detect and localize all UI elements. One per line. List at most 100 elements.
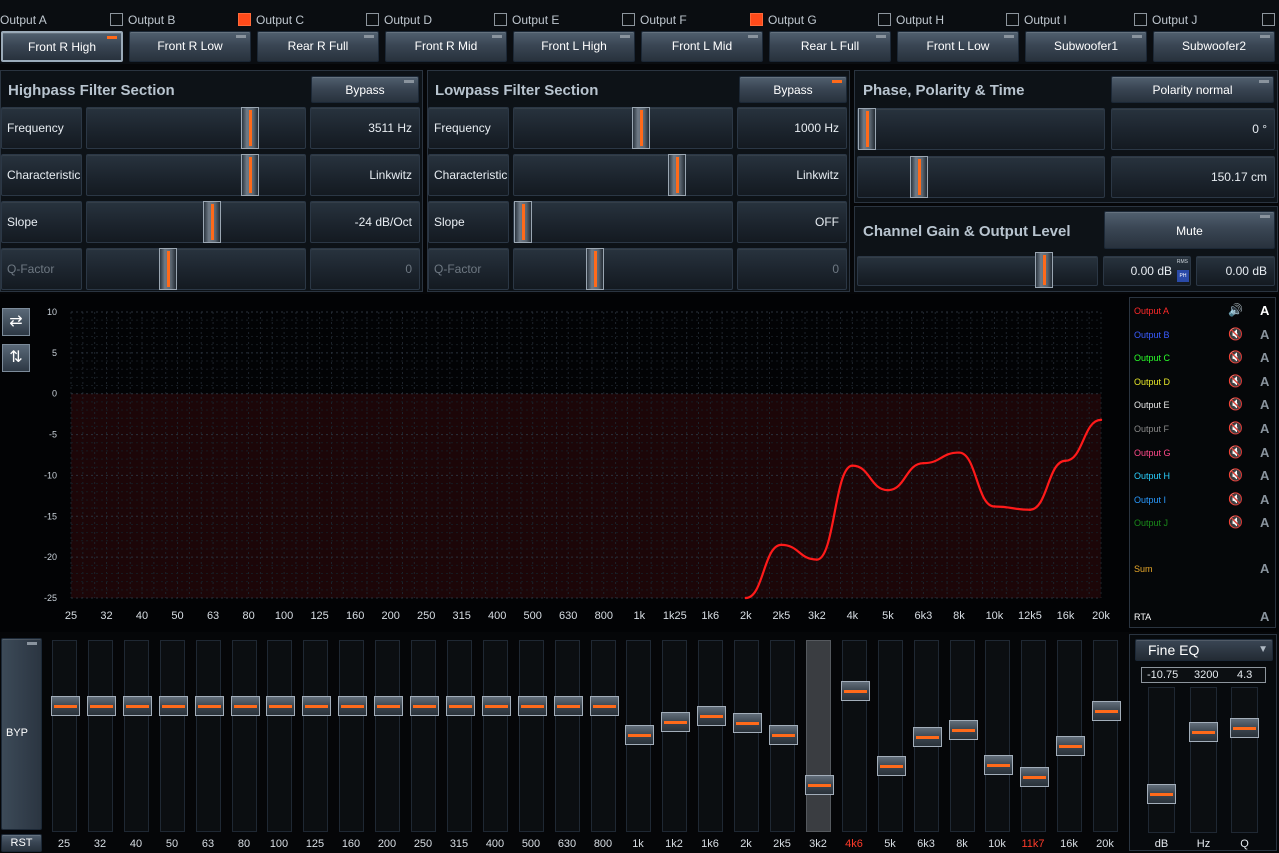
time-slider-track[interactable] bbox=[857, 156, 1105, 198]
fine-eq-q-track[interactable] bbox=[1230, 687, 1259, 833]
legend-auto-button[interactable]: A bbox=[1260, 397, 1269, 412]
eq-band-thumb[interactable] bbox=[446, 696, 475, 716]
speaker-on-icon[interactable]: 🔊 bbox=[1228, 303, 1243, 317]
eq-band-thumb[interactable] bbox=[984, 755, 1013, 775]
eq-band-track[interactable] bbox=[87, 640, 116, 832]
highpass-slider-thumb[interactable] bbox=[241, 154, 259, 196]
eq-band-thumb[interactable] bbox=[697, 706, 726, 726]
legend-sum[interactable]: Sum A bbox=[1134, 561, 1269, 576]
output-level-box[interactable]: 0.00 dB bbox=[1196, 256, 1275, 286]
gain-value-box[interactable]: 0.00 dB RMS PH bbox=[1103, 256, 1191, 286]
eq-band-track[interactable] bbox=[805, 640, 834, 832]
lowpass-bypass-button[interactable]: Bypass bbox=[739, 76, 847, 103]
eq-band-thumb[interactable] bbox=[51, 696, 80, 716]
output-link-checkbox[interactable] bbox=[750, 13, 763, 26]
output-channel-button[interactable]: Rear R Full bbox=[257, 31, 379, 62]
lowpass-slider-track[interactable] bbox=[513, 201, 733, 243]
eq-band-track[interactable] bbox=[590, 640, 619, 832]
vertical-zoom-button[interactable]: ⇅ bbox=[2, 344, 30, 372]
legend-auto-button[interactable]: A bbox=[1260, 445, 1269, 460]
speaker-muted-icon[interactable]: 🔇 bbox=[1228, 445, 1243, 459]
speaker-muted-icon[interactable]: 🔇 bbox=[1228, 492, 1243, 506]
eq-band-track[interactable] bbox=[231, 640, 260, 832]
lowpass-slider-track[interactable] bbox=[513, 154, 733, 196]
output-link-checkbox[interactable] bbox=[494, 13, 507, 26]
eq-band-thumb[interactable] bbox=[195, 696, 224, 716]
output-link-checkbox[interactable] bbox=[366, 13, 379, 26]
eq-band-thumb[interactable] bbox=[733, 713, 762, 733]
legend-auto-button[interactable]: A bbox=[1260, 327, 1269, 342]
eq-band-thumb[interactable] bbox=[625, 725, 654, 745]
phase-slider-track[interactable] bbox=[857, 108, 1105, 150]
eq-band-track[interactable] bbox=[913, 640, 942, 832]
eq-band-track[interactable] bbox=[733, 640, 762, 832]
output-link-checkbox[interactable] bbox=[878, 13, 891, 26]
eq-band-track[interactable] bbox=[661, 640, 690, 832]
fine-eq-db-thumb[interactable] bbox=[1147, 784, 1176, 804]
legend-auto-button[interactable]: A bbox=[1260, 515, 1269, 530]
eq-band-track[interactable] bbox=[877, 640, 906, 832]
eq-band-thumb[interactable] bbox=[231, 696, 260, 716]
lowpass-slider-thumb[interactable] bbox=[632, 107, 650, 149]
speaker-muted-icon[interactable]: 🔇 bbox=[1228, 327, 1243, 341]
lowpass-slider-thumb[interactable] bbox=[586, 248, 604, 290]
lowpass-value-box[interactable]: 1000 Hz bbox=[737, 107, 847, 149]
output-channel-button[interactable]: Subwoofer2 bbox=[1153, 31, 1275, 62]
eq-band-track[interactable] bbox=[769, 640, 798, 832]
eq-reset-button[interactable]: RST bbox=[1, 834, 42, 852]
eq-bypass-button[interactable]: BYP bbox=[1, 638, 42, 830]
phase-value-box[interactable]: 0 ° bbox=[1111, 108, 1275, 150]
highpass-slider-thumb[interactable] bbox=[159, 248, 177, 290]
lowpass-value-box[interactable]: 0 bbox=[737, 248, 847, 290]
output-link-checkbox[interactable] bbox=[1006, 13, 1019, 26]
highpass-value-box[interactable]: 3511 Hz bbox=[310, 107, 420, 149]
eq-band-thumb[interactable] bbox=[1020, 767, 1049, 787]
output-link-checkbox[interactable] bbox=[238, 13, 251, 26]
highpass-value-box[interactable]: -24 dB/Oct bbox=[310, 201, 420, 243]
output-link-checkbox[interactable] bbox=[622, 13, 635, 26]
lowpass-value-box[interactable]: Linkwitz bbox=[737, 154, 847, 196]
highpass-value-box[interactable]: Linkwitz bbox=[310, 154, 420, 196]
eq-band-thumb[interactable] bbox=[769, 725, 798, 745]
highpass-slider-track[interactable] bbox=[86, 154, 306, 196]
output-channel-button[interactable]: Front L Low bbox=[897, 31, 1019, 62]
legend-item[interactable]: Output H 🔇 A bbox=[1134, 468, 1269, 483]
output-link-checkbox[interactable] bbox=[1262, 13, 1275, 26]
fine-eq-q-thumb[interactable] bbox=[1230, 718, 1259, 738]
eq-band-track[interactable] bbox=[482, 640, 511, 832]
legend-item[interactable]: Output J 🔇 A bbox=[1134, 515, 1269, 530]
eq-band-track[interactable] bbox=[1092, 640, 1121, 832]
legend-rta-auto-button[interactable]: A bbox=[1260, 609, 1269, 624]
eq-band-thumb[interactable] bbox=[1056, 736, 1085, 756]
eq-band-track[interactable] bbox=[554, 640, 583, 832]
speaker-muted-icon[interactable]: 🔇 bbox=[1228, 421, 1243, 435]
eq-band-track[interactable] bbox=[123, 640, 152, 832]
fine-eq-dropdown[interactable]: Fine EQ ▼ bbox=[1135, 639, 1273, 661]
legend-item[interactable]: Output E 🔇 A bbox=[1134, 397, 1269, 412]
mute-button[interactable]: Mute bbox=[1104, 211, 1275, 249]
highpass-value-box[interactable]: 0 bbox=[310, 248, 420, 290]
legend-item[interactable]: Output B 🔇 A bbox=[1134, 327, 1269, 342]
legend-item[interactable]: Output C 🔇 A bbox=[1134, 350, 1269, 365]
output-channel-button[interactable]: Front R Mid bbox=[385, 31, 507, 62]
highpass-slider-track[interactable] bbox=[86, 248, 306, 290]
eq-band-track[interactable] bbox=[697, 640, 726, 832]
eq-band-thumb[interactable] bbox=[302, 696, 331, 716]
lowpass-value-box[interactable]: OFF bbox=[737, 201, 847, 243]
eq-band-track[interactable] bbox=[841, 640, 870, 832]
legend-sum-auto-button[interactable]: A bbox=[1260, 561, 1269, 576]
eq-band-track[interactable] bbox=[159, 640, 188, 832]
eq-band-thumb[interactable] bbox=[87, 696, 116, 716]
eq-band-track[interactable] bbox=[984, 640, 1013, 832]
legend-auto-button[interactable]: A bbox=[1260, 374, 1269, 389]
legend-item[interactable]: Output A 🔊 A bbox=[1134, 303, 1269, 318]
legend-rta[interactable]: RTA A bbox=[1134, 609, 1269, 624]
lowpass-slider-track[interactable] bbox=[513, 107, 733, 149]
speaker-muted-icon[interactable]: 🔇 bbox=[1228, 374, 1243, 388]
gain-slider-track[interactable] bbox=[857, 252, 1098, 288]
gain-slider-thumb[interactable] bbox=[1035, 252, 1053, 288]
output-link-checkbox[interactable] bbox=[110, 13, 123, 26]
eq-band-track[interactable] bbox=[51, 640, 80, 832]
speaker-muted-icon[interactable]: 🔇 bbox=[1228, 468, 1243, 482]
eq-band-thumb[interactable] bbox=[159, 696, 188, 716]
